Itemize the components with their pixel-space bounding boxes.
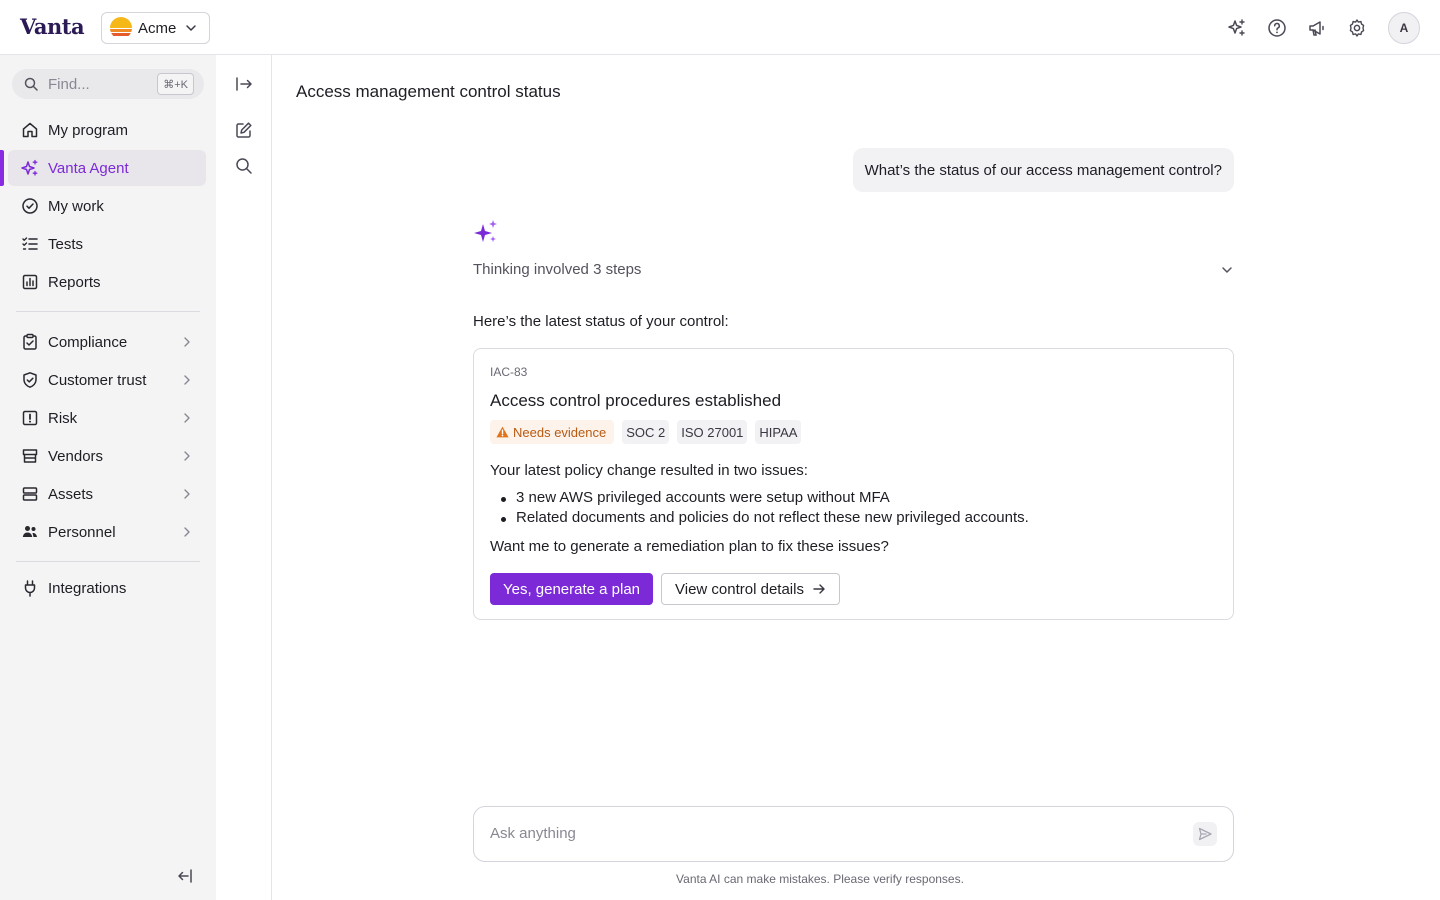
sidebar-item-label: Integrations xyxy=(48,579,127,597)
sidebar-item-risk[interactable]: Risk xyxy=(8,400,206,436)
search-placeholder: Find... xyxy=(48,75,90,93)
sidebar-item-my-work[interactable]: My work xyxy=(8,188,206,224)
sidebar-item-reports[interactable]: Reports xyxy=(8,264,206,300)
sidebar-item-compliance[interactable]: Compliance xyxy=(8,324,206,360)
server-icon xyxy=(20,484,40,504)
page-title: Access management control status xyxy=(296,82,561,101)
thinking-summary[interactable]: Thinking involved 3 steps xyxy=(473,261,641,278)
chevron-down-icon xyxy=(186,25,197,31)
search-input[interactable]: Find... ⌘+K xyxy=(12,69,204,99)
vanta-logo[interactable]: Vanta xyxy=(20,14,85,39)
issues-list: 3 new AWS privileged accounts were setup… xyxy=(490,489,1029,529)
sidebar-item-assets[interactable]: Assets xyxy=(8,476,206,512)
store-icon xyxy=(20,446,40,466)
search-shortcut: ⌘+K xyxy=(157,73,194,95)
remediation-question: Want me to generate a remediation plan t… xyxy=(490,538,889,555)
sidebar-item-label: Customer trust xyxy=(48,371,147,389)
sidebar-item-my-program[interactable]: My program xyxy=(8,112,206,148)
people-icon xyxy=(20,522,40,542)
sidebar-item-customer-trust[interactable]: Customer trust xyxy=(8,362,206,398)
sidebar-item-integrations[interactable]: Integrations xyxy=(8,570,206,606)
agent-sparkle-icon xyxy=(473,219,499,250)
sidebar-item-vendors[interactable]: Vendors xyxy=(8,438,206,474)
chevron-down-icon[interactable] xyxy=(1220,263,1234,282)
chevron-right-icon xyxy=(184,527,190,537)
send-icon xyxy=(1198,827,1212,841)
chat-rail xyxy=(216,55,272,900)
control-card: IAC-83 Access control procedures establi… xyxy=(473,348,1234,620)
generate-plan-button[interactable]: Yes, generate a plan xyxy=(490,573,653,605)
checklist-icon xyxy=(20,234,40,254)
sidebar-item-tests[interactable]: Tests xyxy=(8,226,206,262)
org-switcher[interactable]: Acme xyxy=(101,12,210,44)
announcements-icon[interactable] xyxy=(1306,17,1328,39)
issues-summary: Your latest policy change resulted in tw… xyxy=(490,462,808,479)
check-circle-icon xyxy=(20,196,40,216)
new-chat-icon[interactable] xyxy=(233,119,255,141)
warning-icon xyxy=(496,426,509,438)
view-control-details-label: View control details xyxy=(675,580,804,598)
status-badge-label: Needs evidence xyxy=(513,424,607,440)
shield-icon xyxy=(20,370,40,390)
sidebar-item-label: Vanta Agent xyxy=(48,159,129,177)
chevron-right-icon xyxy=(184,337,190,347)
top-bar: Vanta Acme A xyxy=(0,0,1440,55)
list-item: 3 new AWS privileged accounts were setup… xyxy=(490,489,1029,509)
search-icon xyxy=(24,77,38,91)
control-title: Access control procedures established xyxy=(490,391,782,410)
sidebar-item-label: My program xyxy=(48,121,129,139)
search-icon[interactable] xyxy=(233,155,255,177)
view-control-details-button[interactable]: View control details xyxy=(661,573,840,605)
settings-icon[interactable] xyxy=(1346,17,1368,39)
plug-icon xyxy=(20,578,40,598)
user-avatar[interactable]: A xyxy=(1388,12,1420,44)
sidebar-item-label: Reports xyxy=(48,273,101,291)
sidebar-item-label: Personnel xyxy=(48,523,116,541)
expand-panel-icon[interactable] xyxy=(233,73,255,95)
sidebar-item-label: Vendors xyxy=(48,447,104,465)
chevron-right-icon xyxy=(184,413,190,423)
active-indicator xyxy=(0,150,4,186)
control-tags: Needs evidence SOC 2 ISO 27001 HIPAA xyxy=(490,420,802,444)
framework-tag-hipaa: HIPAA xyxy=(755,420,802,444)
list-item: Related documents and policies do not re… xyxy=(490,509,1029,529)
send-button[interactable] xyxy=(1193,822,1217,846)
issue-text: 3 new AWS privileged accounts were setup… xyxy=(516,489,890,506)
arrow-right-icon xyxy=(813,584,825,594)
chat-input[interactable]: Ask anything xyxy=(473,806,1234,862)
sidebar-item-personnel[interactable]: Personnel xyxy=(8,514,206,550)
control-id: IAC-83 xyxy=(490,365,528,379)
framework-tag-iso27001: ISO 27001 xyxy=(677,420,748,444)
sparkle-icon xyxy=(20,158,40,178)
issue-text: Related documents and policies do not re… xyxy=(516,509,1029,526)
ai-sparkle-icon[interactable] xyxy=(1226,17,1248,39)
ai-disclaimer: Vanta AI can make mistakes. Please verif… xyxy=(676,872,964,886)
chevron-right-icon xyxy=(184,375,190,385)
sidebar-item-label: Risk xyxy=(48,409,78,427)
chevron-right-icon xyxy=(184,451,190,461)
clipboard-icon xyxy=(20,332,40,352)
sidebar-divider xyxy=(16,311,200,312)
sidebar-item-label: Tests xyxy=(48,235,84,253)
sidebar-item-label: Assets xyxy=(48,485,94,503)
top-actions: A xyxy=(1226,12,1420,44)
org-name: Acme xyxy=(138,19,177,37)
status-badge: Needs evidence xyxy=(490,420,615,444)
sidebar-item-vanta-agent[interactable]: Vanta Agent xyxy=(8,150,206,186)
org-logo-icon xyxy=(110,17,132,39)
sidebar-divider xyxy=(16,561,200,562)
agent-intro-text: Here’s the latest status of your control… xyxy=(473,313,729,330)
sidebar-item-label: My work xyxy=(48,197,104,215)
chat-input-placeholder: Ask anything xyxy=(490,825,576,842)
sidebar-item-label: Compliance xyxy=(48,333,128,351)
home-icon xyxy=(20,120,40,140)
framework-tag-soc2: SOC 2 xyxy=(622,420,670,444)
alert-square-icon xyxy=(20,408,40,428)
sidebar: Find... ⌘+K My program Vanta Agent My wo… xyxy=(0,55,216,900)
help-icon[interactable] xyxy=(1266,17,1288,39)
user-message: What’s the status of our access manageme… xyxy=(852,148,1234,192)
chevron-right-icon xyxy=(184,489,190,499)
chart-icon xyxy=(20,272,40,292)
